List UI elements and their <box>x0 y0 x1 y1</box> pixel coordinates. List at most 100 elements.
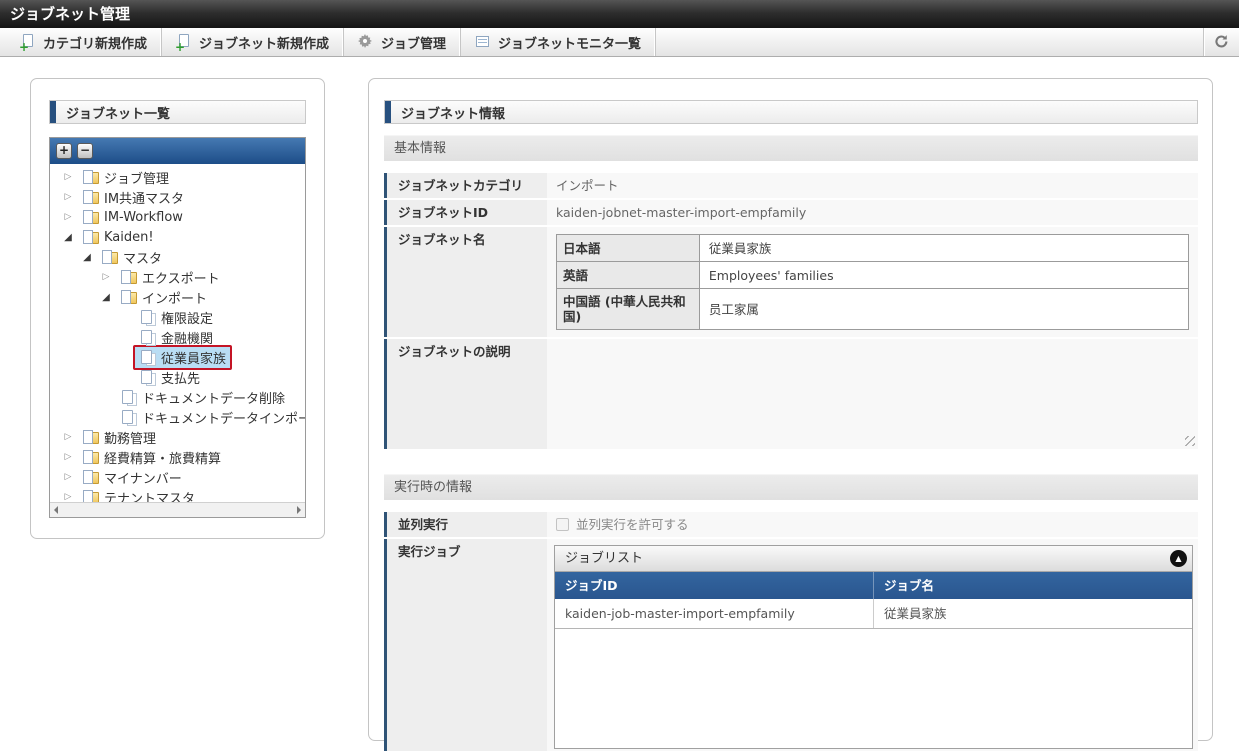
toolbar-button[interactable]: ジョブ管理 <box>344 28 461 56</box>
tree-item-label: エクスポート <box>142 268 220 287</box>
job-table-header-cell: ジョブ名 <box>874 572 1193 599</box>
chevron-collapsed-icon[interactable]: ▷ <box>60 492 76 502</box>
chevron-collapsed-icon[interactable]: ▷ <box>60 172 76 182</box>
joblist-panel: ジョブリスト ▲ ジョブIDジョブ名 kaiden-job-master-imp… <box>554 545 1193 749</box>
header-accent-bar <box>385 101 391 123</box>
document-icon <box>139 370 157 385</box>
collapse-all-button[interactable]: − <box>77 143 93 159</box>
toolbar-button[interactable]: ジョブネットモニタ一覧 <box>461 28 656 56</box>
jobnet-list-header: ジョブネット一覧 <box>49 100 306 124</box>
language-label: 英語 <box>557 262 700 289</box>
language-label: 中国語 (中華人民共和国) <box>557 289 700 330</box>
tree-item[interactable]: ▷ IM-Workflow <box>50 207 305 227</box>
parallel-label: 並列実行 <box>384 512 547 537</box>
basic-info-rows: ジョブネットカテゴリ インポート ジョブネットID kaiden-jobnet-… <box>384 173 1198 449</box>
tree-item-label: インポート <box>142 288 207 307</box>
toolbar-button[interactable]: + ジョブネット新規作成 <box>162 28 344 56</box>
job-table-header-cell: ジョブID <box>555 572 874 599</box>
refresh-button[interactable] <box>1203 28 1239 56</box>
folder-icon <box>82 490 100 503</box>
tree-item-label: Kaiden! <box>104 230 154 245</box>
tree-item[interactable]: ◢ Kaiden! <box>50 227 305 247</box>
parallel-row: 並列実行 並列実行を許可する <box>384 512 1198 537</box>
doc-add-icon: + <box>176 34 192 50</box>
document-icon <box>120 410 138 425</box>
category-value: インポート <box>547 173 1198 198</box>
exec-job-row: 実行ジョブ ジョブリスト ▲ ジョブIDジョブ名 kaiden-job-mast… <box>384 539 1198 751</box>
parallel-checkbox[interactable] <box>556 518 569 531</box>
document-icon <box>139 330 157 345</box>
title-bar: ジョブネット管理 <box>0 0 1239 28</box>
localized-name-value: Employees' families <box>699 262 1188 289</box>
jobnet-name-table-body: 日本語従業員家族英語Employees' families中国語 (中華人民共和… <box>557 235 1189 330</box>
job-table-body: kaiden-job-master-import-empfamily従業員家族 <box>555 599 1192 629</box>
folder-icon <box>82 450 100 465</box>
toolbar-button[interactable]: +カテゴリ新規作成 <box>6 28 162 56</box>
tree-items: ▷ ジョブ管理 ▷ IM共通マスタ ▷ IM-Workflow ◢ Kaiden! ◢ マスタ ▷ エ… <box>50 164 305 502</box>
toolbar-button-label: カテゴリ新規作成 <box>43 33 147 52</box>
section-basic-info: 基本情報 <box>384 135 1198 161</box>
document-icon <box>120 390 138 405</box>
joblist-header: ジョブリスト ▲ <box>555 546 1192 572</box>
chevron-expanded-icon[interactable]: ◢ <box>98 292 114 303</box>
tree-node[interactable]: IM共通マスタ <box>76 185 190 210</box>
chevron-collapsed-icon[interactable]: ▷ <box>60 192 76 202</box>
chevron-collapsed-icon[interactable]: ▷ <box>98 272 114 282</box>
tree-item-label: 従業員家族 <box>161 348 226 367</box>
folder-icon <box>82 430 100 445</box>
tree-item-label: テナントマスタ <box>104 488 195 503</box>
chevron-collapsed-icon[interactable]: ▷ <box>60 472 76 482</box>
chevron-collapsed-icon[interactable]: ▷ <box>60 212 76 222</box>
right-panel: ジョブネット情報 基本情報 ジョブネットカテゴリ インポート ジョブネットID … <box>368 78 1213 741</box>
folder-icon <box>101 250 119 265</box>
job-table: ジョブIDジョブ名 kaiden-job-master-import-empfa… <box>555 572 1192 629</box>
gear-icon <box>358 34 374 50</box>
expand-all-button[interactable]: + <box>56 143 72 159</box>
chevron-collapsed-icon[interactable]: ▷ <box>60 452 76 462</box>
tree-node[interactable]: テナントマスタ <box>76 485 201 503</box>
chevron-expanded-icon[interactable]: ◢ <box>79 252 95 263</box>
job-table-head: ジョブIDジョブ名 <box>555 572 1192 599</box>
tree-horizontal-scrollbar[interactable] <box>50 502 305 517</box>
jobnet-info-header: ジョブネット情報 <box>384 100 1198 124</box>
scroll-right-icon[interactable] <box>297 506 301 514</box>
job-table-cell: 従業員家族 <box>874 599 1193 629</box>
job-table-row[interactable]: kaiden-job-master-import-empfamily従業員家族 <box>555 599 1192 629</box>
resize-handle-icon[interactable] <box>1185 436 1195 446</box>
tree-item-label: IM-Workflow <box>104 210 183 225</box>
toolbar-button-label: ジョブネットモニタ一覧 <box>498 33 641 52</box>
description-textarea[interactable] <box>547 339 1198 449</box>
category-label: ジョブネットカテゴリ <box>384 173 547 198</box>
tree-node[interactable]: IM-Workflow <box>76 207 189 228</box>
tree-item-label: 勤務管理 <box>104 428 156 447</box>
toolbar-button-label: ジョブネット新規作成 <box>199 33 329 52</box>
folder-icon <box>82 210 100 225</box>
language-label: 日本語 <box>557 235 700 262</box>
jobnet-name-table: 日本語従業員家族英語Employees' families中国語 (中華人民共和… <box>556 234 1189 330</box>
tree-item-label: IM共通マスタ <box>104 188 184 207</box>
collapse-toggle-button[interactable]: ▲ <box>1170 550 1187 567</box>
description-label: ジョブネットの説明 <box>384 339 547 449</box>
folder-icon <box>82 470 100 485</box>
tree-item[interactable]: ▷ テナントマスタ <box>50 487 305 502</box>
tree-item-label: マイナンバー <box>104 468 182 487</box>
tree-item-label: ジョブ管理 <box>104 168 169 187</box>
tree-item-label: 金融機関 <box>161 328 213 347</box>
tree-item-label: ドキュメントデータインポート <box>142 408 305 427</box>
tree-item-label: マスタ <box>123 248 162 267</box>
left-panel: ジョブネット一覧 + − ▷ ジョブ管理 ▷ IM共通マスタ ▷ IM-Workflow ◢… <box>30 78 325 539</box>
tree-item-label: ドキュメントデータ削除 <box>142 388 285 407</box>
exec-job-value: ジョブリスト ▲ ジョブIDジョブ名 kaiden-job-master-imp… <box>547 539 1198 751</box>
jobnet-info-title: ジョブネット情報 <box>401 103 505 122</box>
tree-toolbar: + − <box>50 138 305 164</box>
jobnet-name-label: ジョブネット名 <box>384 227 547 337</box>
tree-item[interactable]: ▷ IM共通マスタ <box>50 187 305 207</box>
scroll-left-icon[interactable] <box>54 506 58 514</box>
folder-icon <box>82 230 100 245</box>
folder-icon <box>82 170 100 185</box>
toolbar: +カテゴリ新規作成 + ジョブネット新規作成ジョブ管理 ジョブネットモニタ一覧 <box>0 28 1239 57</box>
chevron-expanded-icon[interactable]: ◢ <box>60 232 76 243</box>
jobnet-id-label: ジョブネットID <box>384 200 547 225</box>
chevron-collapsed-icon[interactable]: ▷ <box>60 432 76 442</box>
jobnet-name-table-row: 日本語従業員家族 <box>557 235 1189 262</box>
